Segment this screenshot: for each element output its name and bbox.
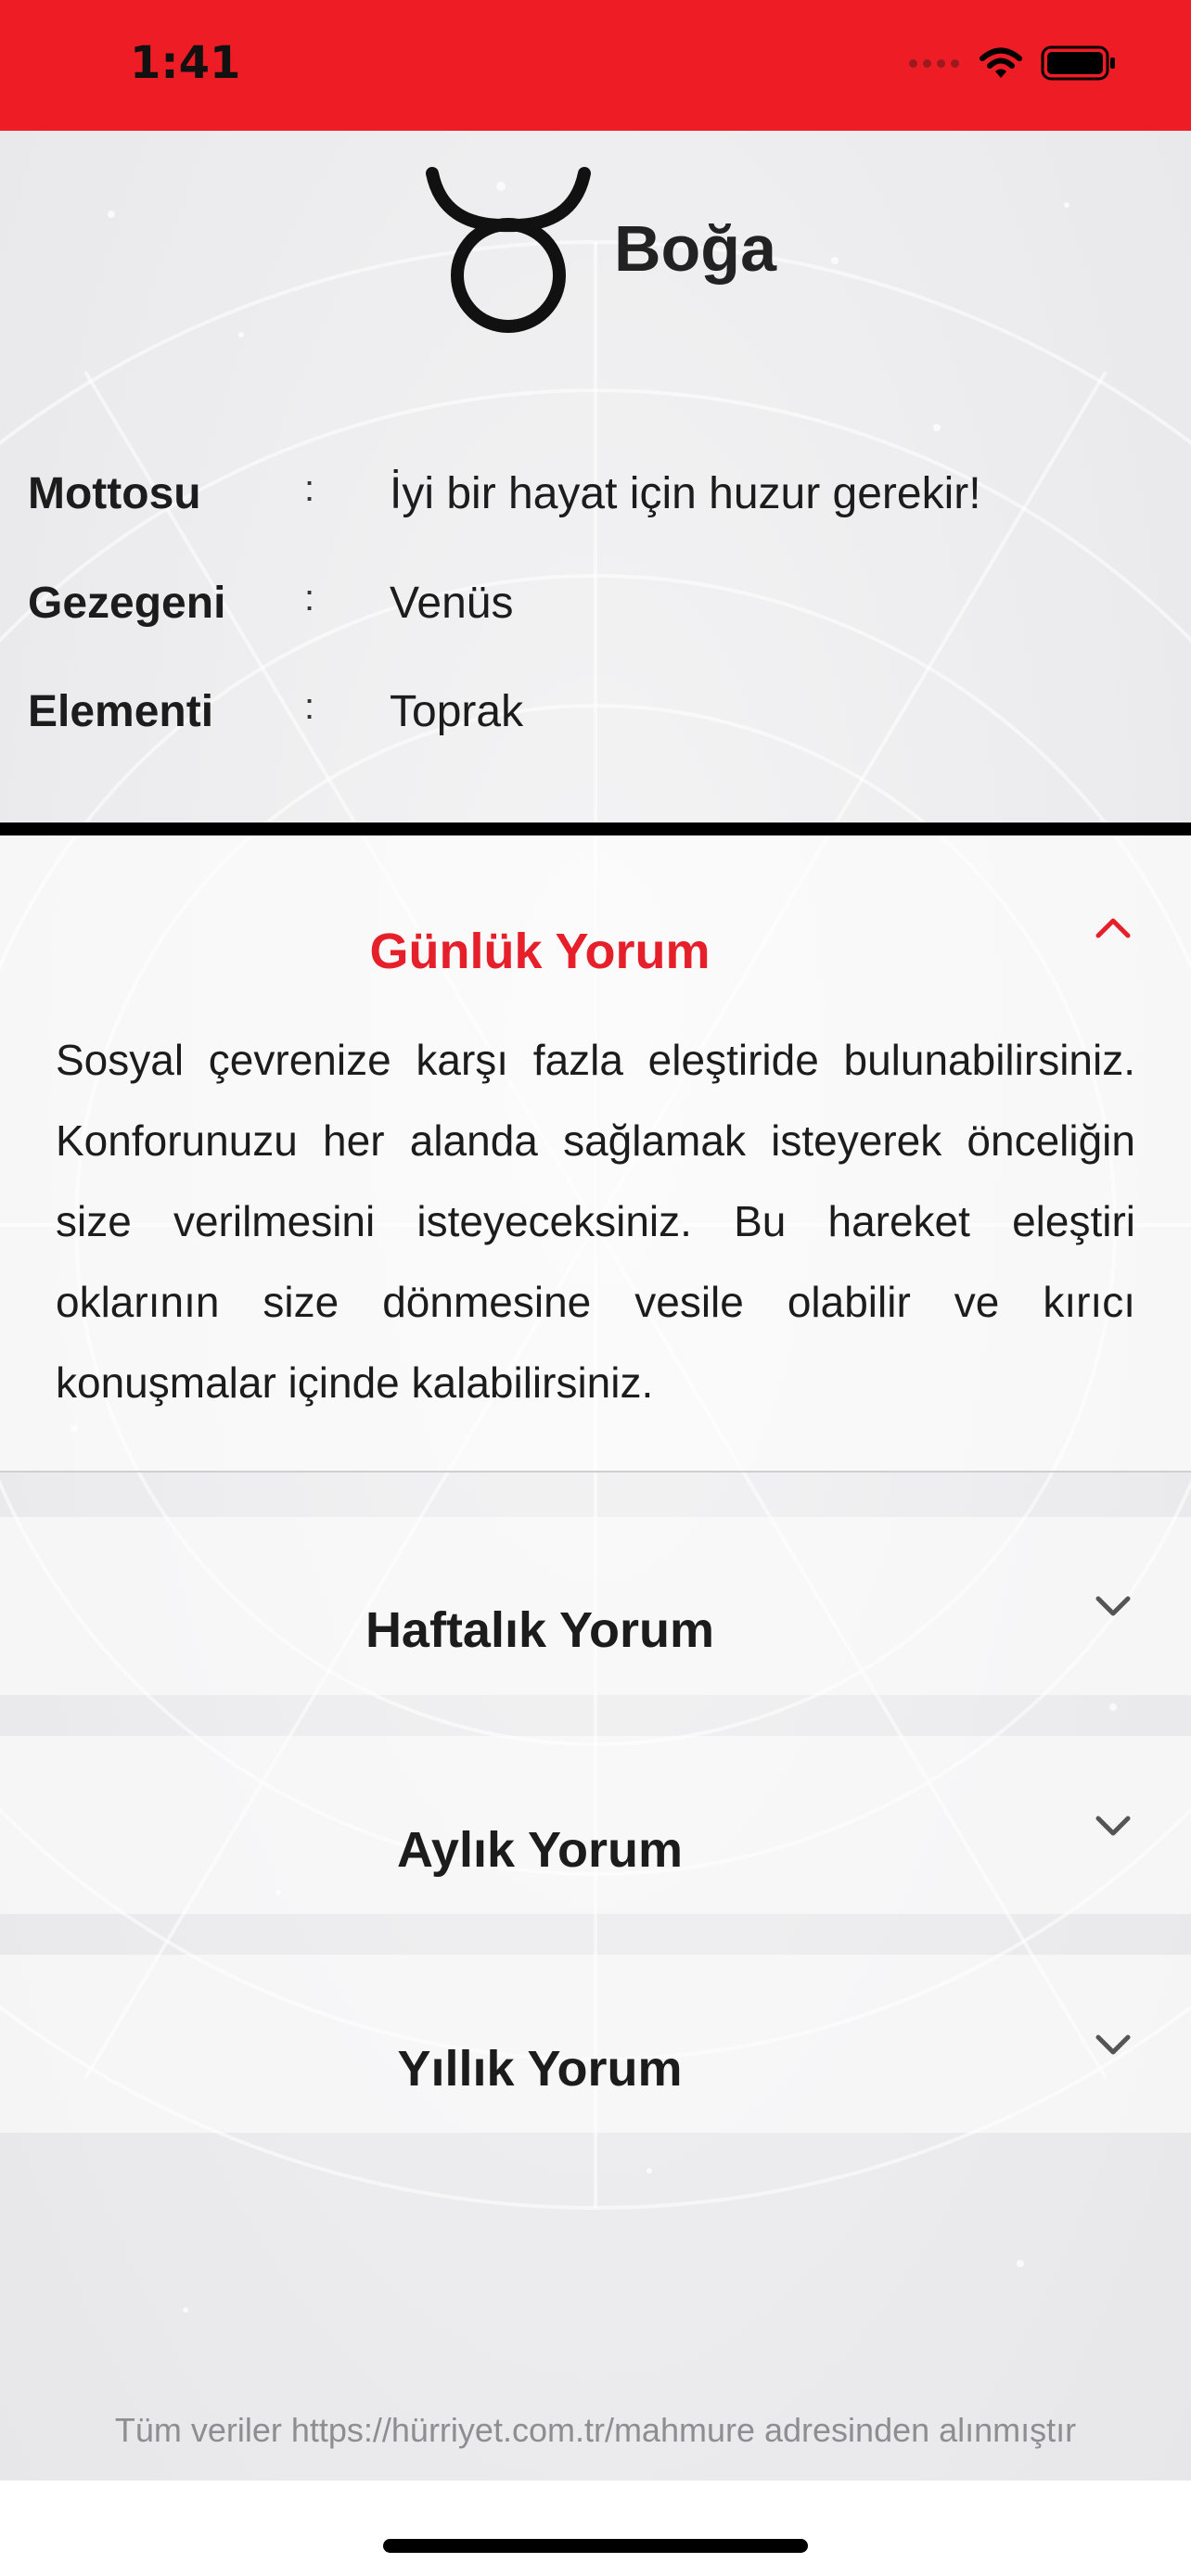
daily-comment-title[interactable]: Günlük Yorum <box>0 923 1080 980</box>
chevron-down-icon[interactable] <box>1091 2030 1135 2058</box>
chevron-down-icon[interactable] <box>1091 1591 1135 1619</box>
taurus-icon <box>426 167 591 333</box>
status-time: 1:41 <box>130 37 241 89</box>
status-bar: 1:41 <box>0 0 1191 131</box>
yearly-comment-title[interactable]: Yıllık Yorum <box>0 2040 1080 2098</box>
section-divider <box>0 823 1191 835</box>
info-row-motto: Mottosu : İyi bir hayat için huzur gerek… <box>0 468 1191 533</box>
element-colon: : <box>304 686 315 727</box>
planet-value: Venüs <box>390 579 514 628</box>
sign-name: Boğa <box>614 212 776 285</box>
motto-value: İyi bir hayat için huzur gerekir! <box>390 469 981 518</box>
weekly-comment-title[interactable]: Haftalık Yorum <box>0 1601 1080 1659</box>
planet-label: Gezegeni <box>28 579 226 628</box>
element-label: Elementi <box>28 687 214 736</box>
data-source-footer: Tüm veriler https://hürriyet.com.tr/mahm… <box>114 2411 1077 2449</box>
planet-colon: : <box>304 578 315 618</box>
info-row-element: Elementi : Toprak <box>0 686 1191 751</box>
status-icons <box>909 45 1117 82</box>
cellular-signal-icon <box>909 58 959 68</box>
monthly-comment-title[interactable]: Aylık Yorum <box>0 1821 1080 1879</box>
info-row-planet: Gezegeni : Venüs <box>0 578 1191 643</box>
chevron-up-icon[interactable] <box>1091 913 1135 941</box>
wifi-icon <box>980 47 1022 78</box>
motto-label: Mottosu <box>28 469 201 518</box>
bottom-safe-area <box>0 2480 1191 2576</box>
home-indicator[interactable] <box>383 2539 808 2553</box>
motto-colon: : <box>304 468 315 509</box>
battery-icon <box>1041 45 1115 81</box>
element-value: Toprak <box>390 687 524 736</box>
thin-divider <box>0 1471 1191 1473</box>
chevron-down-icon[interactable] <box>1091 1811 1135 1839</box>
daily-comment-text: Sosyal çevrenize karşı fazla eleştiride … <box>56 1036 1135 1407</box>
